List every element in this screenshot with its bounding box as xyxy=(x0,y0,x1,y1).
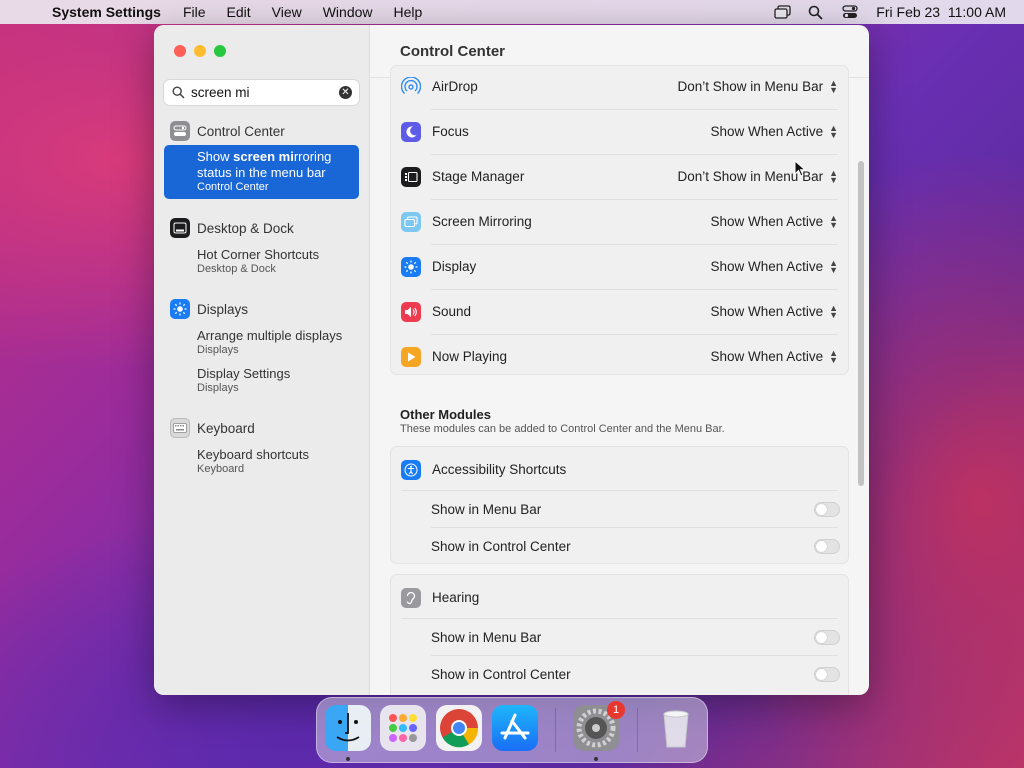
hearing-header: Hearing xyxy=(391,575,850,620)
menu-help[interactable]: Help xyxy=(394,4,423,20)
module-row-focus: Focus Show When Active ▲ ▼ xyxy=(391,109,850,154)
popup-chevron-icon: ▲ ▼ xyxy=(829,257,838,275)
now-playing-popup[interactable]: Show When Active ▲ ▼ xyxy=(711,347,838,365)
hearing-control-center-toggle[interactable] xyxy=(814,667,840,682)
accessibility-header: Accessibility Shortcuts xyxy=(391,447,850,492)
other-modules-subtitle: These modules can be added to Control Ce… xyxy=(400,423,725,435)
menu-edit[interactable]: Edit xyxy=(227,4,251,20)
settings-window: screen mi ✕ Control Center Show screen m… xyxy=(154,25,869,695)
display-popup[interactable]: Show When Active ▲ ▼ xyxy=(711,257,838,275)
notification-badge: 1 xyxy=(607,701,625,719)
trash-icon[interactable] xyxy=(653,705,699,751)
search-result-selected[interactable]: Show screen mirroring status in the menu… xyxy=(164,145,359,199)
search-input[interactable]: screen mi xyxy=(191,85,250,100)
scrollbar[interactable] xyxy=(858,161,864,486)
finder-icon[interactable] xyxy=(325,705,371,751)
module-row-stage-manager: Stage Manager Don’t Show in Menu Bar ▲ ▼ xyxy=(391,154,850,199)
chrome-icon[interactable] xyxy=(436,705,482,751)
close-button[interactable] xyxy=(174,45,186,57)
accessibility-control-center-row: Show in Control Center xyxy=(391,524,850,569)
sidebar: screen mi ✕ Control Center Show screen m… xyxy=(154,25,370,695)
module-row-now-playing: Now Playing Show When Active ▲ ▼ xyxy=(391,334,850,379)
app-store-icon[interactable] xyxy=(492,705,538,751)
displays-sun-icon xyxy=(170,299,190,319)
modules-card: AirDrop Don’t Show in Menu Bar ▲ ▼ Focus S… xyxy=(390,65,849,375)
main-pane: Control Center AirDrop Don’t Show in Men… xyxy=(370,25,869,695)
search-result-hot-corners[interactable]: Hot Corner Shortcuts Desktop & Dock xyxy=(197,247,319,277)
airdrop-popup[interactable]: Don’t Show in Menu Bar ▲ ▼ xyxy=(678,77,839,95)
app-menu[interactable]: System Settings xyxy=(52,4,161,20)
airdrop-icon xyxy=(401,76,421,97)
stage-manager-icon xyxy=(401,166,421,187)
dock: 1 xyxy=(316,697,708,763)
window-controls xyxy=(174,45,226,57)
popup-chevron-icon: ▲ ▼ xyxy=(829,167,838,185)
search-result-arrange-displays[interactable]: Arrange multiple displays Displays xyxy=(197,328,342,358)
page-title: Control Center xyxy=(400,43,505,60)
popup-chevron-icon: ▲ ▼ xyxy=(829,212,838,230)
dock-divider xyxy=(555,708,556,752)
menu-bar-clock[interactable]: Fri Feb 23 11:00 AM xyxy=(876,4,1006,20)
sidebar-group-control-center[interactable]: Control Center xyxy=(170,121,285,141)
hearing-card: Hearing Show in Menu Bar Show in Control… xyxy=(390,574,849,695)
module-row-sound: Sound Show When Active ▲ ▼ xyxy=(391,289,850,334)
sound-speaker-icon xyxy=(401,301,421,322)
control-center-icon xyxy=(170,121,190,141)
desktop-dock-icon xyxy=(170,218,190,238)
sidebar-group-keyboard[interactable]: Keyboard xyxy=(170,418,255,438)
search-icon xyxy=(172,86,185,99)
menu-window[interactable]: Window xyxy=(323,4,373,20)
sound-popup[interactable]: Show When Active ▲ ▼ xyxy=(711,302,838,320)
dock-divider xyxy=(637,708,638,752)
focus-popup[interactable]: Show When Active ▲ ▼ xyxy=(711,122,838,140)
popup-chevron-icon: ▲ ▼ xyxy=(829,122,838,140)
menu-view[interactable]: View xyxy=(272,4,302,20)
search-field[interactable]: screen mi ✕ xyxy=(163,79,360,106)
other-modules-title: Other Modules xyxy=(400,407,492,422)
keyboard-icon xyxy=(170,418,190,438)
popup-chevron-icon: ▲ ▼ xyxy=(829,302,838,320)
hearing-control-center-row: Show in Control Center xyxy=(391,652,850,695)
sidebar-group-displays[interactable]: Displays xyxy=(170,299,248,319)
menu-file[interactable]: File xyxy=(183,4,206,20)
menu-bar: System Settings File Edit View Window He… xyxy=(0,0,1024,24)
module-row-display: Display Show When Active ▲ ▼ xyxy=(391,244,850,289)
display-sun-icon xyxy=(401,256,421,277)
module-row-airdrop: AirDrop Don’t Show in Menu Bar ▲ ▼ xyxy=(391,64,850,109)
minimize-button[interactable] xyxy=(194,45,206,57)
screen-mirroring-icon[interactable] xyxy=(774,5,791,19)
popup-chevron-icon: ▲ ▼ xyxy=(829,77,838,95)
accessibility-control-center-toggle[interactable] xyxy=(814,539,840,554)
accessibility-card: Accessibility Shortcuts Show in Menu Bar… xyxy=(390,446,849,564)
zoom-button[interactable] xyxy=(214,45,226,57)
search-result-keyboard-shortcuts[interactable]: Keyboard shortcuts Keyboard xyxy=(197,447,309,477)
running-indicator xyxy=(594,757,598,761)
clear-search-icon[interactable]: ✕ xyxy=(339,86,352,99)
search-result-display-settings[interactable]: Display Settings Displays xyxy=(197,366,290,396)
sidebar-group-desktop-dock[interactable]: Desktop & Dock xyxy=(170,218,294,238)
launchpad-icon[interactable] xyxy=(380,705,426,751)
screen-mirroring-popup[interactable]: Show When Active ▲ ▼ xyxy=(711,212,838,230)
focus-moon-icon xyxy=(401,121,421,142)
accessibility-menu-bar-toggle[interactable] xyxy=(814,502,840,517)
control-center-icon[interactable] xyxy=(842,5,858,19)
running-indicator xyxy=(346,757,350,761)
now-playing-icon xyxy=(401,346,421,367)
popup-chevron-icon: ▲ ▼ xyxy=(829,347,838,365)
stage-manager-popup[interactable]: Don’t Show in Menu Bar ▲ ▼ xyxy=(678,167,839,185)
spotlight-search-icon[interactable] xyxy=(808,5,824,20)
hearing-ear-icon xyxy=(401,587,421,608)
accessibility-icon xyxy=(401,459,421,480)
hearing-menu-bar-toggle[interactable] xyxy=(814,630,840,645)
screen-mirroring-icon xyxy=(401,211,421,232)
module-row-screen-mirroring: Screen Mirroring Show When Active ▲ ▼ xyxy=(391,199,850,244)
